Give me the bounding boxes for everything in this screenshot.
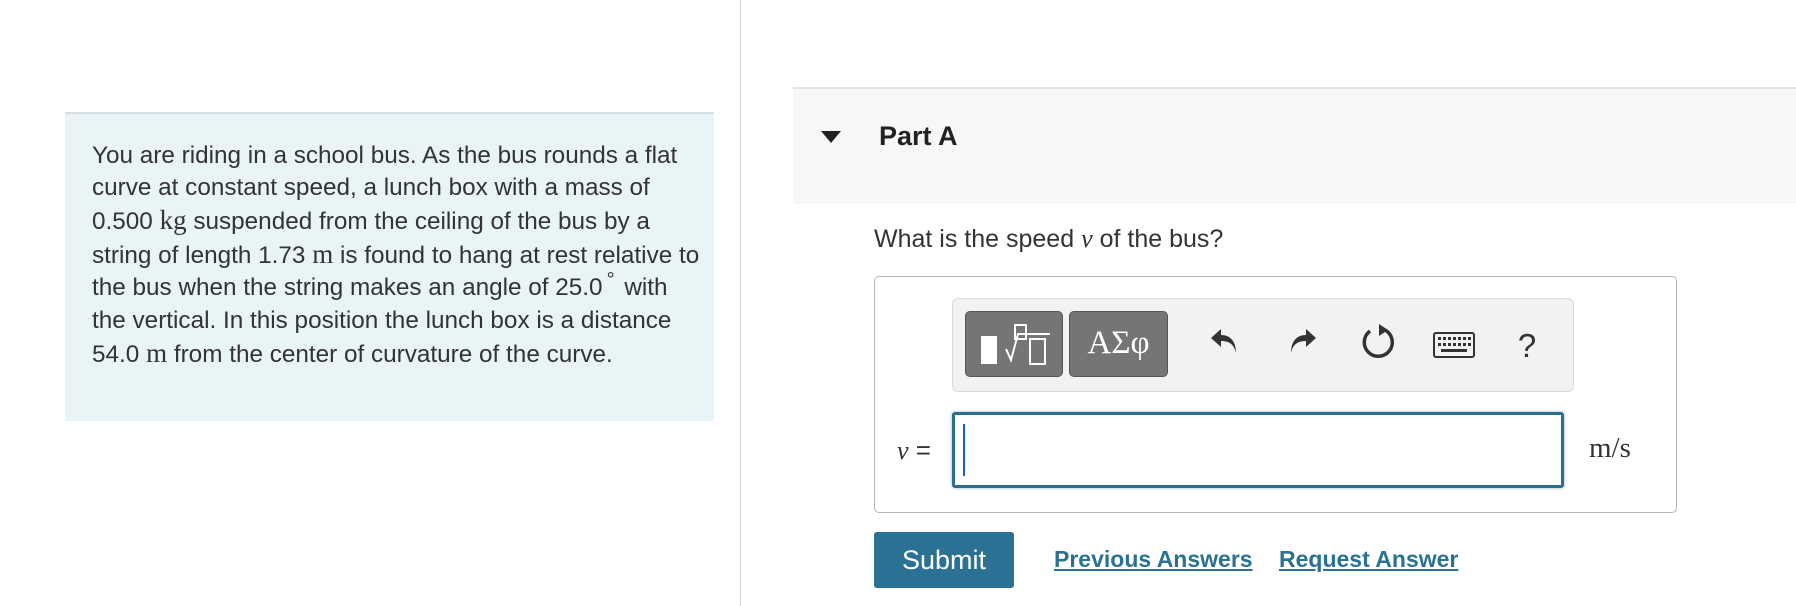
keyboard-icon bbox=[1433, 332, 1475, 358]
help-icon: ? bbox=[1517, 327, 1537, 364]
distance-unit: m bbox=[146, 338, 168, 368]
question-prefix: What is the speed bbox=[874, 225, 1075, 253]
question-suffix: of the bus? bbox=[1099, 225, 1224, 253]
greek-symbols-button[interactable]: ΑΣφ bbox=[1069, 311, 1168, 377]
math-toolbar: ΑΣφ ? bbox=[952, 298, 1574, 392]
question-variable: v bbox=[1081, 224, 1093, 253]
undo-icon bbox=[1211, 329, 1236, 353]
problem-text-part: from the center of curvature of the curv… bbox=[173, 341, 613, 368]
question-text: What is the speed v of the bus? bbox=[874, 224, 1223, 254]
templates-icon bbox=[981, 324, 1050, 365]
greek-symbols-icon: ΑΣφ bbox=[1087, 325, 1150, 361]
collapse-caret-icon[interactable] bbox=[821, 131, 841, 143]
templates-button[interactable] bbox=[965, 311, 1063, 377]
part-title: Part A bbox=[879, 121, 958, 151]
pane-divider bbox=[740, 0, 741, 606]
submit-button[interactable]: Submit bbox=[874, 532, 1014, 588]
problem-statement-box: You are riding in a school bus. As the b… bbox=[65, 112, 714, 421]
help-button[interactable]: ? bbox=[1502, 321, 1552, 371]
keyboard-button[interactable] bbox=[1429, 321, 1479, 371]
answer-input[interactable] bbox=[952, 412, 1564, 488]
length-unit: m bbox=[312, 239, 334, 269]
answer-box: ΑΣφ ? v = m/s bbox=[874, 276, 1677, 513]
equals-sign: = bbox=[915, 435, 931, 465]
answer-variable-label: v = bbox=[897, 435, 931, 466]
answer-variable: v bbox=[897, 436, 909, 465]
degree-symbol: ° bbox=[606, 269, 615, 291]
redo-icon bbox=[1291, 329, 1316, 353]
text-cursor bbox=[963, 424, 965, 476]
previous-answers-link[interactable]: Previous Answers bbox=[1054, 546, 1253, 573]
reset-icon bbox=[1362, 324, 1395, 359]
mass-unit: kg bbox=[159, 205, 187, 235]
problem-text: You are riding in a school bus. As the b… bbox=[92, 140, 702, 371]
answer-units: m/s bbox=[1589, 432, 1631, 464]
undo-button[interactable] bbox=[1200, 321, 1250, 371]
redo-button[interactable] bbox=[1277, 321, 1327, 371]
reset-button[interactable] bbox=[1353, 321, 1403, 371]
part-a-header[interactable]: Part A bbox=[793, 87, 1796, 204]
request-answer-link[interactable]: Request Answer bbox=[1279, 546, 1458, 573]
